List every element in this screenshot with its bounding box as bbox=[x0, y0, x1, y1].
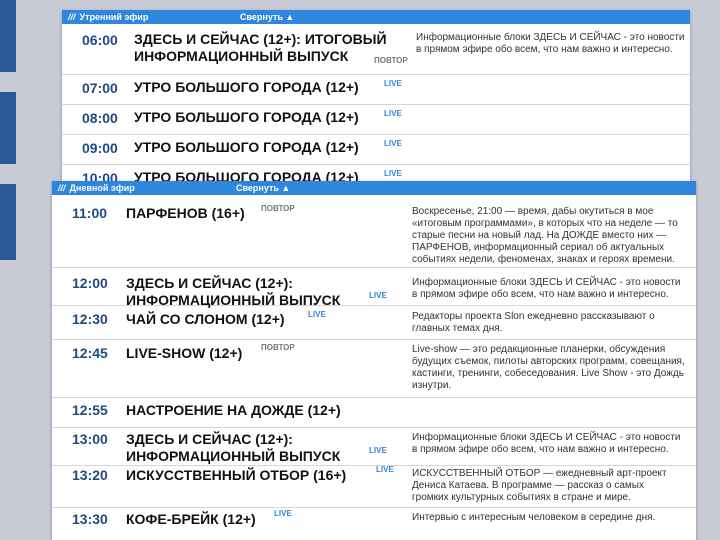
morning-collapse-button[interactable]: Свернуть ▲ bbox=[240, 12, 294, 22]
day-header: /// Дневной эфир Свернуть ▲ bbox=[52, 181, 696, 195]
live-badge: LIVE bbox=[376, 465, 394, 474]
show-description: Редакторы проекта Slon ежедневно рассказ… bbox=[412, 311, 655, 334]
show-time: 13:00 bbox=[72, 431, 108, 447]
day-header-title: Дневной эфир bbox=[69, 183, 135, 193]
show-time: 13:20 bbox=[72, 467, 108, 483]
show-title[interactable]: ЗДЕСЬ И СЕЙЧАС (12+): ИНФОРМАЦИОННЫЙ ВЫПУ… bbox=[126, 275, 340, 309]
day-schedule-panel: /// Дневной эфир Свернуть ▲ 11:00 ПАРФЕН… bbox=[52, 181, 696, 540]
live-badge: LIVE bbox=[369, 291, 387, 300]
show-description: ИСКУССТВЕННЫЙ ОТБОР — ежедневный арт-про… bbox=[412, 468, 667, 503]
show-time: 12:55 bbox=[72, 402, 108, 418]
show-title[interactable]: КОФЕ-БРЕЙК (12+) bbox=[126, 511, 256, 528]
repeat-badge: ПОВТОР bbox=[261, 343, 295, 352]
show-title[interactable]: УТРО БОЛЬШОГО ГОРОДА (12+) bbox=[134, 139, 359, 156]
schedule-row: 13:20 ИСКУССТВЕННЫЙ ОТБОР (16+) LIVE ИСК… bbox=[52, 465, 696, 508]
show-time: 11:00 bbox=[72, 205, 108, 221]
morning-header-title: Утренний эфир bbox=[79, 12, 149, 22]
show-title[interactable]: НАСТРОЕНИЕ НА ДОЖДЕ (12+) bbox=[126, 402, 341, 419]
left-decor-bar-1 bbox=[0, 0, 16, 72]
show-description: Информационные блоки ЗДЕСЬ И СЕЙЧАС - эт… bbox=[416, 32, 685, 55]
show-time: 13:30 bbox=[72, 511, 108, 527]
show-title[interactable]: ПАРФЕНОВ (16+) bbox=[126, 205, 245, 222]
repeat-badge: ПОВТОР bbox=[261, 204, 295, 213]
show-title[interactable]: УТРО БОЛЬШОГО ГОРОДА (12+) bbox=[134, 79, 359, 96]
schedule-row: 09:00 УТРО БОЛЬШОГО ГОРОДА (12+) LIVE bbox=[62, 134, 690, 165]
schedule-row: 12:00 ЗДЕСЬ И СЕЙЧАС (12+): ИНФОРМАЦИОННЫ… bbox=[52, 267, 696, 309]
schedule-row: 13:00 ЗДЕСЬ И СЕЙЧАС (12+): ИНФОРМАЦИОННЫ… bbox=[52, 427, 696, 466]
repeat-badge: ПОВТОР bbox=[374, 56, 408, 65]
show-title[interactable]: LIVE-SHOW (12+) bbox=[126, 345, 242, 362]
slash-icon: /// bbox=[68, 12, 76, 22]
live-badge: LIVE bbox=[384, 139, 402, 148]
left-decor-bar-2 bbox=[0, 92, 16, 164]
schedule-row: 12:30 ЧАЙ СО СЛОНОМ (12+) LIVE Редакторы… bbox=[52, 305, 696, 340]
show-time: 08:00 bbox=[82, 110, 118, 126]
show-title[interactable]: ЗДЕСЬ И СЕЙЧАС (12+): ИНФОРМАЦИОННЫЙ ВЫПУ… bbox=[126, 431, 340, 465]
day-collapse-button[interactable]: Свернуть ▲ bbox=[236, 183, 290, 193]
show-description: Live-show — это редакционные планерки, о… bbox=[412, 344, 685, 391]
show-time: 12:30 bbox=[72, 311, 108, 327]
show-title[interactable]: ЗДЕСЬ И СЕЙЧАС (12+): ИТОГОВЫЙ ИНФОРМАЦИ… bbox=[134, 31, 387, 65]
schedule-row: 06:00 ЗДЕСЬ И СЕЙЧАС (12+): ИТОГОВЫЙ ИНФ… bbox=[62, 24, 690, 75]
show-time: 09:00 bbox=[82, 140, 118, 156]
show-time: 12:45 bbox=[72, 345, 108, 361]
live-badge: LIVE bbox=[274, 509, 292, 518]
show-title[interactable]: ЧАЙ СО СЛОНОМ (12+) bbox=[126, 311, 285, 328]
morning-schedule-panel: /// Утренний эфир Свернуть ▲ 06:00 ЗДЕСЬ… bbox=[62, 10, 690, 185]
live-badge: LIVE bbox=[384, 79, 402, 88]
show-description: Интервью с интересным человеком в середи… bbox=[412, 512, 656, 523]
show-description: Информационные блоки ЗДЕСЬ И СЕЙЧАС - эт… bbox=[412, 277, 681, 300]
show-time: 12:00 bbox=[72, 275, 108, 291]
show-title[interactable]: УТРО БОЛЬШОГО ГОРОДА (12+) bbox=[134, 109, 359, 126]
schedule-row: 12:45 LIVE-SHOW (12+) ПОВТОР Live-show —… bbox=[52, 339, 696, 398]
left-decor-bar-3 bbox=[0, 184, 16, 260]
live-badge: LIVE bbox=[369, 446, 387, 455]
morning-header: /// Утренний эфир Свернуть ▲ bbox=[62, 10, 690, 24]
schedule-row: 08:00 УТРО БОЛЬШОГО ГОРОДА (12+) LIVE bbox=[62, 104, 690, 135]
live-badge: LIVE bbox=[308, 310, 326, 319]
schedule-row: 12:55 НАСТРОЕНИЕ НА ДОЖДЕ (12+) bbox=[52, 397, 696, 428]
show-time: 06:00 bbox=[82, 32, 118, 48]
schedule-row: 07:00 УТРО БОЛЬШОГО ГОРОДА (12+) LIVE bbox=[62, 74, 690, 105]
slash-icon: /// bbox=[58, 183, 66, 193]
live-badge: LIVE bbox=[384, 109, 402, 118]
show-description: Воскресенье, 21:00 — время, дабы окутить… bbox=[412, 206, 678, 265]
show-time: 07:00 bbox=[82, 80, 118, 96]
show-title[interactable]: ИСКУССТВЕННЫЙ ОТБОР (16+) bbox=[126, 467, 346, 484]
schedule-row: 11:00 ПАРФЕНОВ (16+) ПОВТОР Воскресенье,… bbox=[52, 195, 696, 268]
show-description: Информационные блоки ЗДЕСЬ И СЕЙЧАС - эт… bbox=[412, 432, 681, 455]
schedule-row: 13:30 КОФЕ-БРЕЙК (12+) LIVE Интервью с и… bbox=[52, 507, 696, 540]
live-badge: LIVE bbox=[384, 169, 402, 178]
